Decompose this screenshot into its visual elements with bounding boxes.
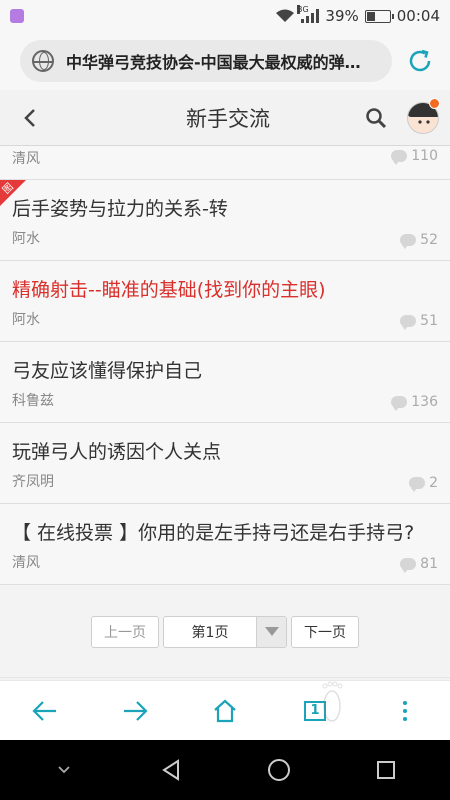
home-icon [214, 699, 236, 722]
reply-count-value: 51 [420, 313, 438, 329]
thread-row[interactable]: 精确射击--瞄准的基础(找到你的主眼) 阿水 51 [0, 261, 450, 342]
notification-dot [429, 97, 440, 109]
comment-icon [409, 477, 426, 492]
status-bar: 3G 39% 00:04 [0, 0, 450, 32]
signal-icon: 3G [297, 5, 320, 23]
more-vertical-icon [403, 700, 407, 721]
reply-count-value: 2 [429, 475, 438, 491]
status-right: 3G 39% 00:04 [275, 5, 440, 25]
hide-navbar-button[interactable] [34, 740, 94, 800]
thread-author: 阿水 [12, 312, 40, 328]
screen: 3G 39% 00:04 中华弹弓竞技协会-中国最大最权威的弹… 新手交流 清风… [0, 0, 450, 800]
browser-menu-button[interactable] [380, 686, 430, 736]
comment-icon [400, 558, 417, 573]
comment-icon [400, 234, 417, 249]
reply-count: 52 [400, 232, 438, 249]
thread-author: 清风 [12, 151, 40, 167]
reply-count-value: 110 [411, 148, 438, 164]
next-page-button[interactable]: 下一页 [291, 615, 359, 648]
thread-title[interactable]: 【 在线投票 】你用的是左手持弓还是右手持弓? [12, 518, 414, 545]
back-button[interactable] [0, 90, 60, 146]
tabs-button[interactable]: 1 [290, 681, 343, 736]
prev-page-button[interactable]: 上一页 [91, 615, 159, 648]
system-nav-bar [0, 740, 450, 800]
search-icon [366, 107, 387, 128]
reply-count-value: 136 [411, 394, 438, 410]
comment-icon [391, 150, 408, 165]
page-title: 新手交流 [186, 106, 270, 131]
notification-app-icon [10, 9, 24, 23]
reply-count: 81 [400, 556, 438, 573]
thread-title[interactable]: 玩弹弓人的诱因个人关点 [12, 437, 221, 464]
thread-row[interactable]: 玩弹弓人的诱因个人关点 齐凤明 2 [0, 423, 450, 504]
arrow-left-icon [32, 700, 56, 721]
reply-count: 51 [400, 313, 438, 330]
nav-back-button[interactable] [141, 740, 201, 800]
reply-count: 110 [391, 148, 438, 165]
circle-home-icon [267, 759, 290, 781]
comment-icon [391, 396, 408, 411]
chevron-down-icon [58, 766, 70, 774]
globe-icon [32, 50, 54, 72]
page-header: 新手交流 [0, 90, 450, 146]
battery-percent: 39% [325, 7, 359, 25]
page-url-title: 中华弹弓竞技协会-中国最大最权威的弹… [66, 53, 361, 72]
footprint-watermark-icon [322, 681, 343, 722]
avatar-face-icon [418, 119, 430, 124]
chevron-left-icon [24, 108, 35, 127]
browser-back-button[interactable] [20, 686, 70, 736]
thread-row[interactable]: 弓友应该懂得保护自己 科鲁兹 136 [0, 342, 450, 423]
reply-count: 2 [409, 475, 438, 492]
thread-row-partial[interactable]: 清风 110 [0, 146, 450, 180]
nav-recents-button[interactable] [356, 740, 416, 800]
page-select[interactable]: 第1页 [163, 615, 287, 648]
reply-count: 136 [391, 394, 438, 411]
pagination: 上一页 第1页 下一页 [0, 586, 450, 678]
wifi-icon [276, 9, 295, 22]
thread-author: 清风 [12, 555, 40, 571]
user-avatar-button[interactable] [396, 90, 450, 146]
search-button[interactable] [356, 90, 396, 146]
thread-author: 科鲁兹 [12, 393, 54, 409]
status-left [10, 9, 24, 23]
browser-address-row: 中华弹弓竞技协会-中国最大最权威的弹… [0, 32, 450, 90]
thread-row[interactable]: 图 后手姿势与拉力的关系-转 阿水 52 [0, 180, 450, 261]
thread-list: 清风 110 图 后手姿势与拉力的关系-转 阿水 52 精确射击--瞄准的基础(… [0, 146, 450, 585]
thread-title[interactable]: 精确射击--瞄准的基础(找到你的主眼) [12, 275, 326, 302]
thread-title[interactable]: 后手姿势与拉力的关系-转 [12, 194, 228, 221]
current-page: 第1页 [191, 624, 229, 641]
thread-author: 阿水 [12, 231, 40, 247]
browser-forward-button[interactable] [110, 686, 160, 736]
thread-row[interactable]: 【 在线投票 】你用的是左手持弓还是右手持弓? 清风 81 [0, 504, 450, 585]
address-bar[interactable]: 中华弹弓竞技协会-中国最大最权威的弹… [20, 40, 393, 82]
reply-count-value: 81 [420, 556, 438, 572]
clock: 00:04 [396, 7, 440, 25]
thread-author: 齐凤明 [12, 474, 54, 490]
network-type: 3G [297, 5, 309, 14]
comment-icon [400, 315, 417, 330]
nav-home-button[interactable] [249, 740, 309, 800]
thread-title[interactable]: 弓友应该懂得保护自己 [12, 356, 202, 383]
triangle-back-icon [162, 759, 180, 781]
arrow-right-icon [124, 700, 148, 721]
battery-icon [364, 9, 394, 23]
browser-toolbar: 1 [0, 680, 450, 740]
refresh-button[interactable] [400, 41, 440, 81]
refresh-icon [409, 49, 431, 72]
battery-level [366, 11, 376, 21]
reply-count-value: 52 [420, 232, 438, 248]
dropdown-arrow-icon [256, 616, 286, 647]
square-recents-icon [377, 761, 396, 779]
browser-home-button[interactable] [200, 686, 250, 736]
